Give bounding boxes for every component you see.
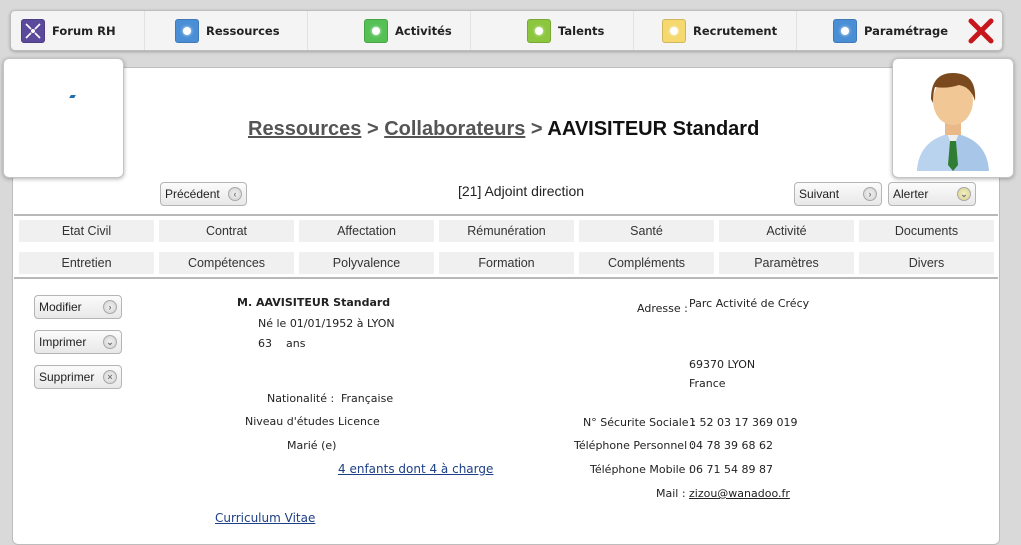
company-logo [3, 58, 124, 178]
tab-divers[interactable]: Divers [858, 251, 995, 275]
alert-button[interactable]: Alerter ⌄ [888, 182, 976, 206]
nav-recrutement[interactable]: Recrutement [634, 11, 797, 50]
logo-mark [69, 95, 76, 98]
breadcrumb-collaborateurs-link[interactable]: Collaborateurs [384, 118, 525, 140]
children-link[interactable]: 4 enfants dont 4 à charge [338, 462, 493, 476]
page-title: AAVISITEUR Standard [547, 118, 760, 140]
modify-button-label: Modifier [39, 300, 82, 314]
previous-button-label: Précédent [165, 187, 220, 201]
breadcrumb-ressources-link[interactable]: Ressources [248, 118, 361, 140]
forum-rh-icon [21, 18, 45, 43]
chevron-right-icon: › [863, 187, 877, 201]
divider [14, 277, 998, 279]
chevron-down-icon: ⌄ [957, 187, 971, 201]
breadcrumb-separator: > [525, 118, 548, 140]
next-button[interactable]: Suivant › [794, 182, 882, 206]
address-label: Adresse : [637, 302, 688, 315]
breadcrumb-separator: > [361, 118, 385, 140]
close-icon[interactable] [968, 18, 994, 44]
nav-ressources-label: Ressources [206, 23, 280, 38]
tab-competences[interactable]: Compétences [158, 251, 295, 275]
recrutement-icon [662, 18, 686, 43]
talents-icon [527, 18, 551, 43]
tab-affectation[interactable]: Affectation [298, 219, 435, 243]
close-icon: × [103, 370, 117, 384]
civility: M. [237, 296, 253, 309]
parametrage-icon [833, 18, 857, 43]
nationality-value: Française [341, 392, 394, 405]
ressources-icon [175, 18, 199, 43]
mail-label: Mail : [656, 487, 686, 500]
chevron-down-icon: ⌄ [103, 335, 117, 349]
alert-button-label: Alerter [893, 187, 929, 201]
mobile-label: Téléphone Mobile : [590, 463, 693, 476]
nav-parametrage[interactable]: Paramétrage [797, 11, 960, 50]
phone-value: 04 78 39 68 62 [689, 439, 773, 452]
nav-activites[interactable]: Activités [308, 11, 471, 50]
breadcrumb: Ressources > Collaborateurs > AAVISITEUR… [248, 118, 759, 141]
cv-link[interactable]: Curriculum Vitae [215, 511, 315, 525]
print-button[interactable]: Imprimer ⌄ [34, 330, 122, 354]
age-unit: ans [286, 337, 306, 350]
next-button-label: Suivant [799, 187, 840, 201]
tab-complements[interactable]: Compléments [578, 251, 715, 275]
print-button-label: Imprimer [39, 335, 87, 349]
avatar [892, 58, 1014, 178]
tab-activite[interactable]: Activité [718, 219, 855, 243]
phone-label: Téléphone Personnel : [574, 439, 695, 452]
tab-parametres[interactable]: Paramètres [718, 251, 855, 275]
nav-forum-rh-label: Forum RH [52, 23, 116, 38]
address-city: 69370 LYON [689, 358, 756, 371]
nav-talents[interactable]: Talents [471, 11, 634, 50]
job-title: [21] Adjoint direction [458, 183, 585, 199]
nav-ressources[interactable]: Ressources [145, 11, 308, 50]
tab-polyvalence[interactable]: Polyvalence [298, 251, 435, 275]
delete-button[interactable]: Supprimer × [34, 365, 122, 389]
education-value: Licence [338, 415, 380, 428]
person-name: AAVISITEUR Standard [256, 296, 391, 309]
person-avatar-icon [917, 73, 989, 171]
address-country: France [689, 377, 726, 390]
tab-formation[interactable]: Formation [438, 251, 575, 275]
tab-etat-civil[interactable]: Etat Civil [18, 219, 155, 243]
address-line1: Parc Activité de Crécy [689, 297, 810, 310]
nav-activites-label: Activités [395, 23, 452, 38]
modify-button[interactable]: Modifier › [34, 295, 122, 319]
delete-button-label: Supprimer [39, 370, 95, 384]
top-navigation: Forum RH Ressources Activités Talents Re… [10, 10, 1003, 51]
previous-button[interactable]: Précédent ‹ [160, 182, 247, 206]
ssn-value: 1 52 03 17 369 019 [689, 416, 798, 429]
tab-documents[interactable]: Documents [858, 219, 995, 243]
tab-sante[interactable]: Santé [578, 219, 715, 243]
tab-remuneration[interactable]: Rémunération [438, 219, 575, 243]
tab-entretien[interactable]: Entretien [18, 251, 155, 275]
chevron-left-icon: ‹ [228, 187, 242, 201]
tab-contrat[interactable]: Contrat [158, 219, 295, 243]
nav-talents-label: Talents [558, 23, 605, 38]
chevron-right-icon: › [103, 300, 117, 314]
divider [14, 214, 998, 216]
mobile-value: 06 71 54 89 87 [689, 463, 773, 476]
marital-status: Marié (e) [287, 439, 337, 452]
nav-recrutement-label: Recrutement [693, 23, 778, 38]
nationality-label: Nationalité : [267, 392, 335, 405]
nav-forum-rh[interactable]: Forum RH [11, 11, 145, 50]
ssn-label: N° Sécurite Sociale : [583, 416, 696, 429]
mail-link[interactable]: zizou@wanadoo.fr [689, 487, 790, 500]
nav-parametrage-label: Paramétrage [864, 23, 949, 38]
education-label: Niveau d'études : [245, 415, 342, 428]
birth-info: Né le 01/01/1952 à LYON [258, 317, 395, 330]
age-value: 63 [258, 337, 272, 350]
activites-icon [364, 18, 388, 43]
